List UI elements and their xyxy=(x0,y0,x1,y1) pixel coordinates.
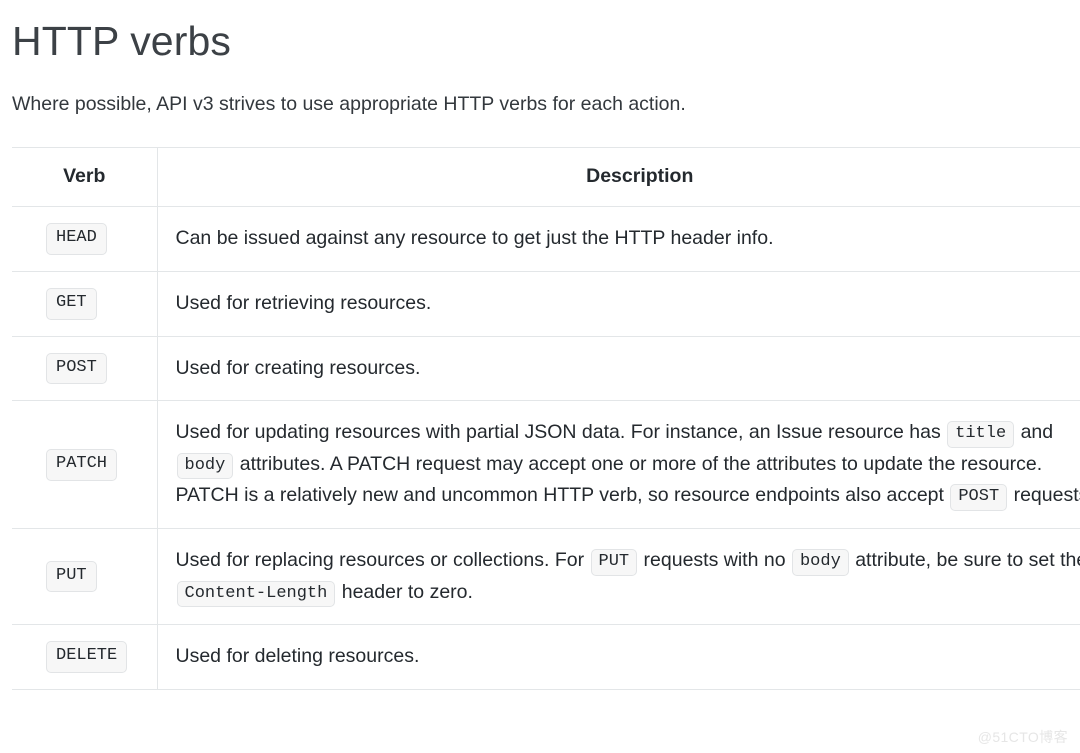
inline-code-chip: POST xyxy=(950,484,1008,512)
page-title: HTTP verbs xyxy=(12,18,231,64)
verb-code-chip: HEAD xyxy=(46,223,107,255)
table-row: PUT Used for replacing resources or colle… xyxy=(12,528,1080,626)
description-cell: Used for retrieving resources. xyxy=(157,270,1080,337)
description-cell: Used for creating resources. xyxy=(157,335,1080,402)
table-row: DELETE Used for deleting resources. xyxy=(12,624,1080,690)
description-cell: Can be issued against any resource to ge… xyxy=(157,206,1080,272)
table-row: PATCH Used for updating resources with pa… xyxy=(12,400,1080,530)
verb-cell: GET xyxy=(12,270,158,337)
watermark: @51CTO博客 xyxy=(977,729,1068,745)
verb-code-chip: DELETE xyxy=(46,641,128,673)
verb-code-chip: PUT xyxy=(46,560,97,593)
http-verbs-table: Verb Description HEAD Can be issued again… xyxy=(12,147,1080,690)
intro-paragraph: Where possible, API v3 strives to use ap… xyxy=(12,93,686,116)
verb-cell: DELETE xyxy=(12,624,158,690)
verb-cell: PUT xyxy=(12,528,158,626)
verb-cell: HEAD xyxy=(12,206,158,272)
inline-code-chip: Content-Length xyxy=(176,580,336,608)
verb-cell: PATCH xyxy=(12,400,158,530)
description-cell: Used for updating resources with partial… xyxy=(157,400,1080,530)
table-row: GET Used for retrieving resources. xyxy=(12,270,1080,337)
inline-code-chip: title xyxy=(947,421,1015,448)
table-body: HEAD Can be issued against any resource t… xyxy=(12,206,1080,690)
table-header-row: Verb Description xyxy=(12,147,1080,208)
table-row: HEAD Can be issued against any resource t… xyxy=(12,206,1080,272)
column-header-description: Description xyxy=(157,147,1080,208)
inline-code-chip: PUT xyxy=(590,549,638,576)
table-row: POST Used for creating resources. xyxy=(12,335,1080,402)
inline-code-chip: body xyxy=(176,452,234,480)
column-header-verb: Verb xyxy=(12,147,158,208)
verb-code-chip: POST xyxy=(46,352,107,385)
verb-code-chip: GET xyxy=(46,287,97,320)
verb-cell: POST xyxy=(12,335,158,402)
description-cell: Used for replacing resources or collecti… xyxy=(157,528,1080,626)
description-cell: Used for deleting resources. xyxy=(157,624,1080,690)
http-verbs-page: HTTP verbs Where possible, API v3 strive… xyxy=(0,0,1080,690)
inline-code-chip: body xyxy=(791,549,849,576)
table-head: Verb Description xyxy=(12,147,1080,208)
verb-code-chip: PATCH xyxy=(46,448,118,481)
